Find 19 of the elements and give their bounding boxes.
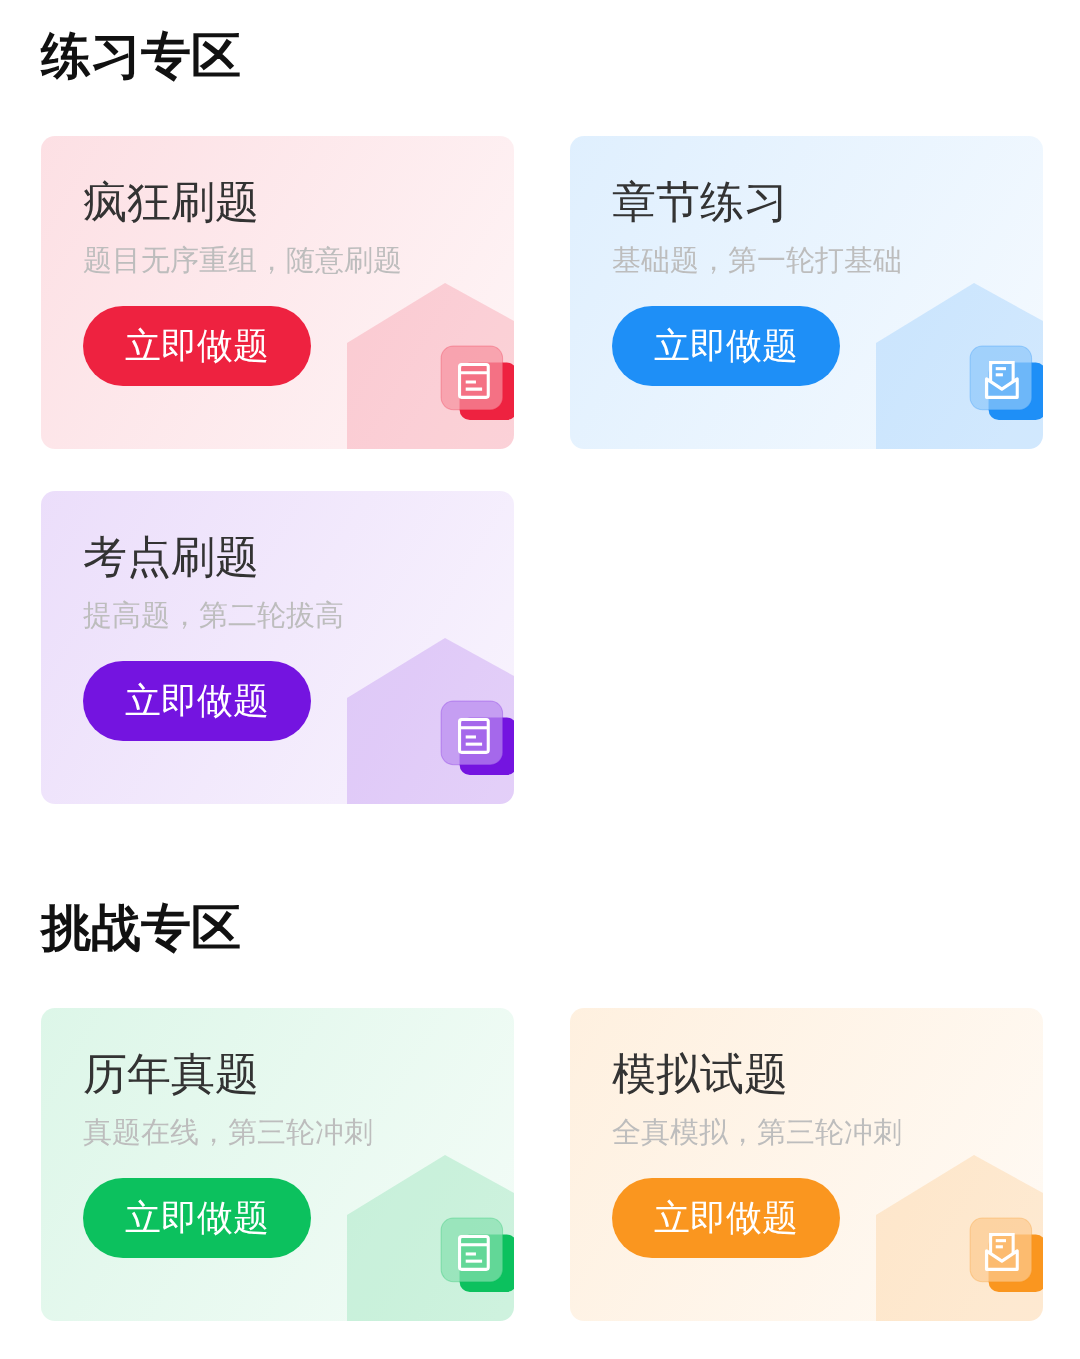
card-subtitle: 真题在线，第三轮冲刺 (83, 1114, 373, 1151)
practice-card[interactable]: 历年真题 真题在线，第三轮冲刺 立即做题 (41, 1008, 514, 1321)
practice-card[interactable]: 考点刷题 提高题，第二轮拔高 立即做题 (41, 491, 514, 804)
card-subtitle: 全真模拟，第三轮冲刺 (612, 1114, 902, 1151)
start-button[interactable]: 立即做题 (83, 661, 311, 741)
practice-card[interactable]: 疯狂刷题 题目无序重组，随意刷题 立即做题 (41, 136, 514, 449)
practice-card[interactable]: 章节练习 基础题，第一轮打基础 立即做题 (570, 136, 1043, 449)
card-subtitle: 基础题，第一轮打基础 (612, 242, 902, 279)
card-title: 章节练习 (612, 175, 788, 229)
card-title: 模拟试题 (612, 1047, 788, 1101)
section-title: 练习专区 (41, 26, 242, 87)
card-title: 考点刷题 (83, 530, 259, 584)
start-button[interactable]: 立即做题 (83, 306, 311, 386)
card-subtitle: 题目无序重组，随意刷题 (83, 242, 402, 279)
card-title: 历年真题 (83, 1047, 259, 1101)
section-title: 挑战专区 (41, 898, 242, 959)
card-subtitle: 提高题，第二轮拔高 (83, 597, 344, 634)
practice-card[interactable]: 模拟试题 全真模拟，第三轮冲刺 立即做题 (570, 1008, 1043, 1321)
card-title: 疯狂刷题 (83, 175, 259, 229)
